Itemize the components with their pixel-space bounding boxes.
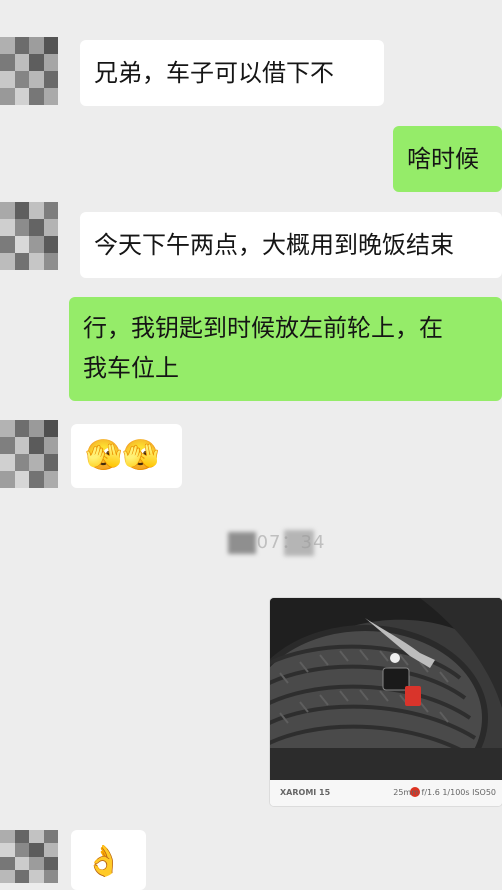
- message-text: 啥时候: [407, 145, 479, 173]
- contact-avatar[interactable]: [0, 202, 58, 270]
- message-timestamp: 07：34: [228, 528, 354, 558]
- ok-hand-emoji: 👌: [85, 844, 123, 879]
- photo-caption: XAROMI 15 25mm f/1.6 1/100s ISO50: [270, 780, 502, 806]
- message-text-line: 我车位上: [83, 354, 179, 382]
- message-bubble-incoming[interactable]: 今天下午两点，大概用到晚饭结束: [80, 212, 502, 278]
- message-bubble-outgoing[interactable]: 啥时候: [393, 126, 502, 192]
- message-bubble-incoming[interactable]: 兄弟，车子可以借下不: [80, 40, 384, 106]
- contact-avatar[interactable]: [0, 37, 58, 105]
- message-bubble-outgoing[interactable]: 行，我钥匙到时候放左前轮上，在 我车位上: [69, 297, 502, 401]
- image-message[interactable]: XAROMI 15 25mm f/1.6 1/100s ISO50: [270, 598, 502, 806]
- message-text: 今天下午两点，大概用到晚饭结束: [94, 231, 454, 259]
- face-with-monocle-emoji: 🫣🫣: [85, 438, 160, 473]
- contact-avatar[interactable]: [0, 830, 58, 883]
- message-text-line: 行，我钥匙到时候放左前轮上，在: [83, 314, 443, 342]
- contact-avatar[interactable]: [0, 420, 58, 488]
- tire-photo: [270, 598, 502, 780]
- message-bubble-incoming[interactable]: 👌: [71, 830, 146, 890]
- message-bubble-incoming[interactable]: 🫣🫣: [71, 424, 182, 488]
- message-text: 兄弟，车子可以借下不: [94, 59, 334, 87]
